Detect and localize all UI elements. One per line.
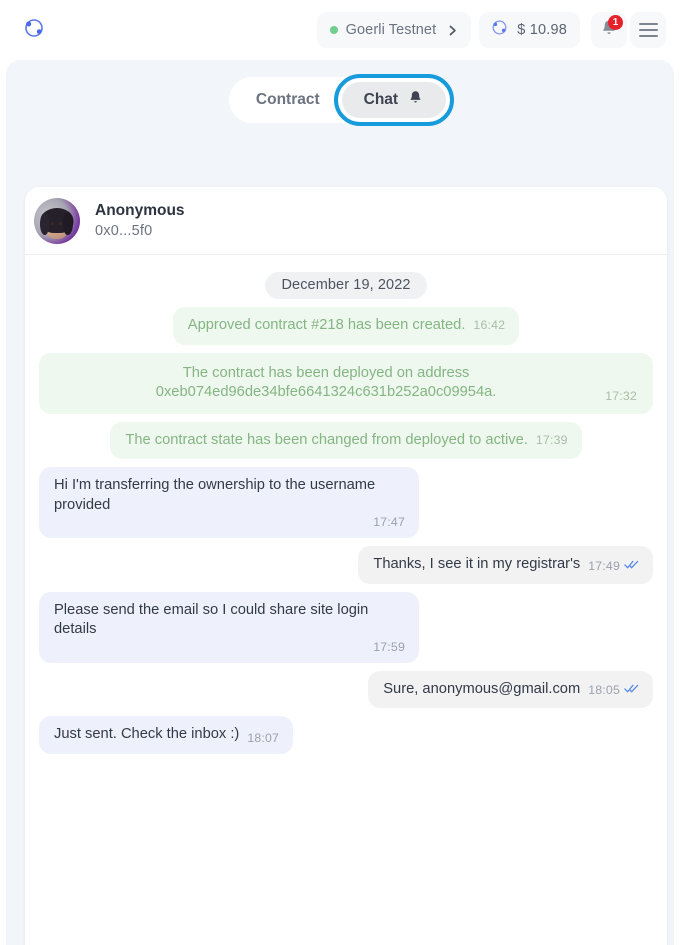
bell-icon (407, 89, 424, 111)
message-text: The contract state has been changed from… (125, 431, 528, 448)
message-time: 18:05 (588, 683, 620, 698)
message-time: 17:59 (373, 639, 405, 654)
read-receipt-double-check-icon (624, 557, 639, 575)
top-bar: Goerli Testnet $ 10.98 1 (6, 4, 674, 56)
message-time: 17:39 (535, 432, 568, 447)
app-logo-button[interactable] (16, 12, 52, 48)
message-row: Hi I'm transferring the ownership to the… (39, 467, 653, 539)
system-message: Approved contract #218 has been created.… (172, 307, 520, 345)
page-panel: Contract Chat Anonymous 0x0...5f0 Decemb… (6, 60, 674, 945)
network-label: Goerli Testnet (345, 22, 437, 38)
tab-bar-wrapper: Contract Chat (6, 74, 674, 126)
message-text: Please send the email so I could share s… (54, 601, 369, 638)
outgoing-message: Sure, anonymous@gmail.com 18:05 (368, 670, 653, 709)
message-row: Just sent. Check the inbox :) 18:07 (39, 716, 653, 755)
tab-contract-label: Contract (255, 91, 320, 108)
notification-count-badge: 1 (608, 15, 623, 30)
message-row: Please send the email so I could share s… (39, 591, 653, 663)
chat-peer-info: Anonymous 0x0...5f0 (95, 202, 185, 239)
message-time: 17:32 (605, 388, 637, 403)
tab-contract[interactable]: Contract (234, 82, 342, 118)
avatar[interactable] (34, 197, 80, 244)
orbit-token-icon (490, 18, 509, 42)
balance-button[interactable]: $ 10.98 (479, 12, 580, 48)
message-time: 17:49 (588, 558, 620, 573)
message-list[interactable]: December 19, 2022 Approved contract #218… (25, 255, 667, 945)
message-text: The contract has been deployed on addres… (155, 364, 497, 401)
hamburger-menu-icon (638, 23, 658, 37)
balance-amount: $ 10.98 (517, 22, 567, 38)
message-row: The contract state has been changed from… (39, 421, 653, 460)
system-message: The contract state has been changed from… (110, 421, 582, 460)
message-row: The contract has been deployed on addres… (39, 352, 653, 414)
app-root: Goerli Testnet $ 10.98 1 Contract Chat A… (0, 0, 680, 945)
message-text: Approved contract #218 has been created. (187, 317, 466, 333)
tab-chat-label: Chat (363, 91, 399, 108)
main-menu-button[interactable] (630, 12, 666, 48)
message-row: Thanks, I see it in my registrar's 17:49 (39, 546, 653, 584)
message-row: December 19, 2022 (39, 272, 653, 299)
outgoing-message: Thanks, I see it in my registrar's 17:49 (358, 546, 653, 584)
message-text: Sure, anonymous@gmail.com (383, 680, 581, 697)
chat-peer-name: Anonymous (95, 202, 185, 219)
system-message: The contract has been deployed on addres… (39, 352, 653, 414)
network-selector[interactable]: Goerli Testnet (316, 12, 472, 48)
network-status-dot (329, 26, 338, 34)
read-receipt-double-check-icon (624, 681, 639, 699)
chevron-right-icon (446, 24, 459, 37)
message-text: Thanks, I see it in my registrar's (373, 556, 581, 573)
message-time: 17:47 (373, 515, 405, 530)
chat-header: Anonymous 0x0...5f0 (25, 187, 667, 255)
date-separator: December 19, 2022 (265, 272, 427, 299)
orbit-logo-icon (22, 16, 46, 45)
incoming-message: Please send the email so I could share s… (39, 591, 419, 663)
notifications-button[interactable]: 1 (591, 12, 627, 48)
message-text: Just sent. Check the inbox :) (54, 726, 240, 743)
incoming-message: Just sent. Check the inbox :) 18:07 (39, 716, 294, 755)
chat-card: Anonymous 0x0...5f0 December 19, 2022 Ap… (25, 187, 667, 945)
incoming-message: Hi I'm transferring the ownership to the… (39, 467, 419, 539)
message-time: 18:07 (247, 731, 280, 746)
chat-peer-address: 0x0...5f0 (95, 223, 153, 239)
message-row: Approved contract #218 has been created.… (39, 307, 653, 345)
message-time: 16:42 (473, 318, 506, 332)
tab-bar: Contract Chat (228, 74, 455, 126)
tab-chat[interactable]: Chat (333, 74, 455, 126)
message-text: Hi I'm transferring the ownership to the… (54, 477, 376, 513)
message-row: Sure, anonymous@gmail.com 18:05 (39, 670, 653, 709)
